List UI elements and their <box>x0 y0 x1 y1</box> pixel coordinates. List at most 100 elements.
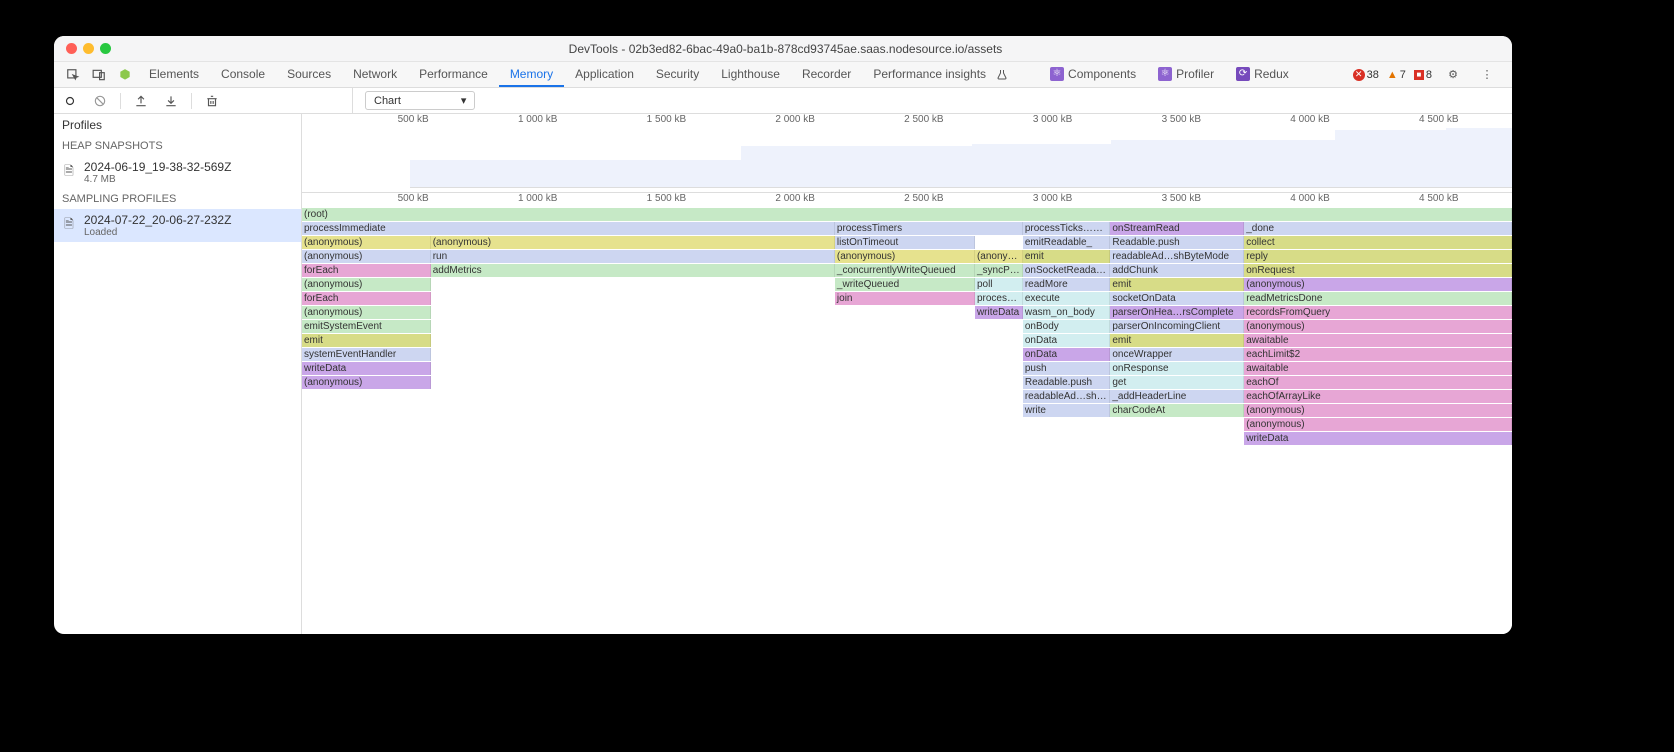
flame-bar[interactable]: onRequest <box>1244 264 1512 277</box>
flame-bar[interactable]: (anonymous) <box>302 236 431 249</box>
flame-bar[interactable]: parserOnIncomingClient <box>1110 320 1244 333</box>
flame-bar[interactable]: parserOnHea…rsComplete <box>1110 306 1244 319</box>
overview[interactable] <box>302 128 1512 188</box>
flame-bar[interactable]: get <box>1110 376 1244 389</box>
flame-bar[interactable]: emit <box>1110 334 1244 347</box>
close-icon[interactable] <box>66 43 77 54</box>
error-badge[interactable]: ✕38 <box>1353 69 1379 81</box>
device-icon[interactable] <box>86 62 112 87</box>
flame-bar[interactable]: addMetrics <box>431 264 835 277</box>
flame-bar[interactable]: recordsFromQuery <box>1244 306 1512 319</box>
flame-bar[interactable]: onBody <box>1023 320 1111 333</box>
warn-badge[interactable]: ▲7 <box>1387 69 1406 81</box>
record-icon[interactable] <box>60 91 80 111</box>
gc-icon[interactable] <box>202 91 222 111</box>
flame-bar[interactable]: addChunk <box>1110 264 1244 277</box>
flame-bar[interactable]: write <box>1023 404 1111 417</box>
flame-bar[interactable]: (anonymous) <box>1244 404 1512 417</box>
flame-bar[interactable]: (anonymous) <box>1244 278 1512 291</box>
flame-bar[interactable]: processImmediate <box>302 222 835 235</box>
tab-recorder[interactable]: Recorder <box>791 62 862 87</box>
flame-bar[interactable]: eachOf <box>1244 376 1512 389</box>
flame-bar[interactable]: forEach <box>302 292 431 305</box>
tab-network[interactable]: Network <box>342 62 408 87</box>
flame-bar[interactable]: reply <box>1244 250 1512 263</box>
flame-bar[interactable]: emit <box>302 334 431 347</box>
heap-snapshot-item[interactable]: 🗎 2024-06-19_19-38-32-569Z 4.7 MB <box>54 156 301 189</box>
flame-bar[interactable]: (anonymous) <box>1244 418 1512 431</box>
flame-bar[interactable]: emitSystemEvent <box>302 320 431 333</box>
flame-bar[interactable]: (anonymous) <box>975 250 1023 263</box>
node-icon[interactable] <box>112 62 138 87</box>
flame-bar[interactable]: readableAd…shByteMode <box>1023 390 1111 403</box>
tab-performance[interactable]: Performance <box>408 62 499 87</box>
flame-bar[interactable]: onData <box>1023 348 1111 361</box>
tab-memory[interactable]: Memory <box>499 62 564 87</box>
flame-bar[interactable]: Readable.push <box>1110 236 1244 249</box>
flame-bar[interactable]: (anonymous) <box>835 250 975 263</box>
flame-bar[interactable]: writeData <box>302 362 431 375</box>
download-icon[interactable] <box>161 91 181 111</box>
view-select[interactable]: Chart ▾ <box>365 91 475 110</box>
ext-tab-redux[interactable]: ⟳Redux <box>1225 62 1300 87</box>
flame-bar[interactable]: _syncPollTillDone <box>975 264 1023 277</box>
flame-bar[interactable]: onData <box>1023 334 1111 347</box>
flame-bar[interactable]: writeData <box>1244 432 1512 445</box>
flame-bar[interactable]: awaitable <box>1244 334 1512 347</box>
flame-bar[interactable]: (anonymous) <box>1244 320 1512 333</box>
flame-bar[interactable]: (anonymous) <box>302 250 431 263</box>
flame-bar[interactable]: listOnTimeout <box>835 236 975 249</box>
flame-bar[interactable]: (anonymous) <box>302 306 431 319</box>
flame-bar[interactable]: processTimers <box>835 222 1023 235</box>
more-icon[interactable]: ⋮ <box>1474 68 1500 81</box>
flame-bar[interactable]: poll <box>975 278 1023 291</box>
upload-icon[interactable] <box>131 91 151 111</box>
flame-bar[interactable]: _concurrentlyWriteQueued <box>835 264 975 277</box>
flame-bar[interactable]: awaitable <box>1244 362 1512 375</box>
tab-lighthouse[interactable]: Lighthouse <box>710 62 791 87</box>
flame-bar[interactable]: join <box>835 292 975 305</box>
flame-bar[interactable]: forEach <box>302 264 431 277</box>
clear-icon[interactable] <box>90 91 110 111</box>
flame-chart-main[interactable]: 500 kB1 000 kB1 500 kB2 000 kB2 500 kB3 … <box>302 114 1512 634</box>
flame-bar[interactable]: (anonymous) <box>302 278 431 291</box>
flame-bar[interactable]: emit <box>1110 278 1244 291</box>
flame-bar[interactable]: systemEventHandler <box>302 348 431 361</box>
ext-tab-components[interactable]: ⚛Components <box>1039 62 1147 87</box>
flame-bar[interactable]: execute <box>1023 292 1111 305</box>
tab-elements[interactable]: Elements <box>138 62 210 87</box>
flame-bar[interactable]: push <box>1023 362 1111 375</box>
inspect-icon[interactable] <box>60 62 86 87</box>
flame-bar[interactable]: onceWrapper <box>1110 348 1244 361</box>
flame-bar[interactable]: onResponse <box>1110 362 1244 375</box>
flame-bar[interactable]: collect <box>1244 236 1512 249</box>
flame-bar[interactable]: run <box>431 250 835 263</box>
gear-icon[interactable]: ⚙ <box>1440 68 1466 81</box>
tab-console[interactable]: Console <box>210 62 276 87</box>
flame-bar[interactable]: (root) <box>302 208 1512 221</box>
tab-security[interactable]: Security <box>645 62 710 87</box>
flame-bar[interactable]: readMore <box>1023 278 1111 291</box>
flame-bar[interactable]: (anonymous) <box>302 376 431 389</box>
flame-bar[interactable]: readableAd…shByteMode <box>1110 250 1244 263</box>
tab-application[interactable]: Application <box>564 62 645 87</box>
flame-bar[interactable]: _writeQueued <box>835 278 975 291</box>
flame-bar[interactable]: _addHeaderLine <box>1110 390 1244 403</box>
flame-bar[interactable]: charCodeAt <box>1110 404 1244 417</box>
sampling-profile-item[interactable]: 🗎 2024-07-22_20-06-27-232Z Loaded <box>54 209 301 242</box>
tab-sources[interactable]: Sources <box>276 62 342 87</box>
flame-bar[interactable]: wasm_on_body <box>1023 306 1111 319</box>
flame-bar[interactable]: emit <box>1023 250 1111 263</box>
zoom-icon[interactable] <box>100 43 111 54</box>
flame-bar[interactable]: Readable.push <box>1023 376 1111 389</box>
flame-bar[interactable]: writeData <box>975 306 1023 319</box>
flame-bar[interactable]: socketOnData <box>1110 292 1244 305</box>
issue-badge[interactable]: ■8 <box>1414 69 1432 81</box>
flame-chart[interactable]: (root)processImmediateprocessTimers proce… <box>302 208 1512 634</box>
flame-bar[interactable]: emitReadable_ <box>1023 236 1111 249</box>
flame-bar[interactable]: processExistingAgents <box>975 292 1023 305</box>
flame-bar[interactable]: (anonymous) <box>431 236 835 249</box>
minimize-icon[interactable] <box>83 43 94 54</box>
flame-bar[interactable]: _done <box>1244 222 1512 235</box>
ext-tab-profiler[interactable]: ⚛Profiler <box>1147 62 1225 87</box>
